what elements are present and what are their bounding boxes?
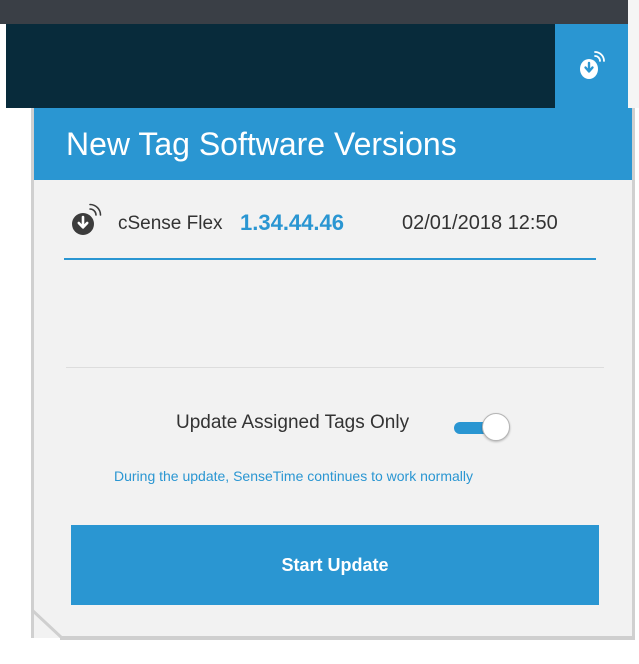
update-info-text: During the update, SenseTime continues t… [114,468,473,484]
assigned-tags-only-toggle[interactable] [454,413,512,443]
header-bar [6,24,555,108]
assigned-tags-only-label: Update Assigned Tags Only [176,412,410,433]
panel-corner [31,600,71,640]
toggle-knob [482,413,510,441]
tag-device-icon [70,202,104,241]
window-top-strip [0,0,639,24]
tag-software-version: 1.34.44.46 [240,210,344,235]
header-right-edge [628,0,639,108]
panel-title: New Tag Software Versions [66,126,457,162]
tag-device-icon [579,50,605,85]
tag-version-row: cSense Flex 1.34.44.46 02/01/2018 12:50 [64,196,596,260]
section-divider [66,367,604,368]
tag-updates-tab[interactable] [555,24,628,108]
start-update-button[interactable]: Start Update [71,525,599,605]
panel-bottom-edge [60,636,635,640]
tag-model-name: cSense Flex [118,213,223,234]
tag-version-date: 02/01/2018 12:50 [402,212,558,234]
